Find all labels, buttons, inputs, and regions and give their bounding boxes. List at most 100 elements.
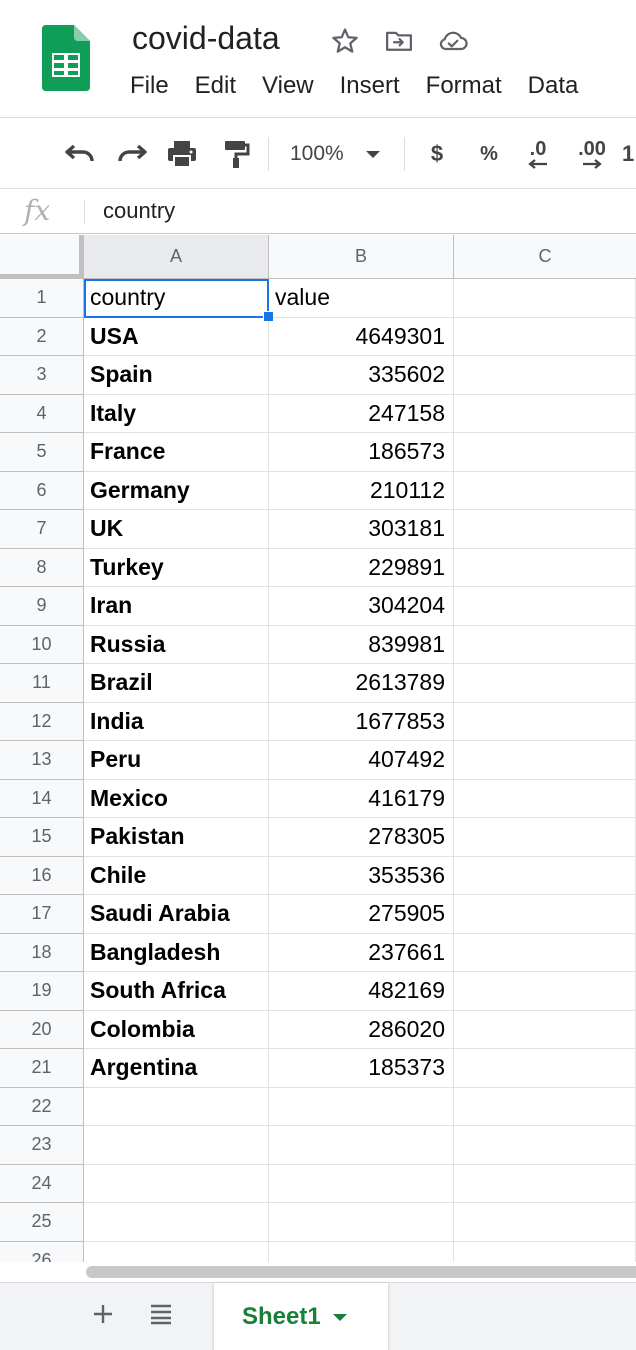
cell-country[interactable]: country [84,279,269,318]
cell-country[interactable]: Mexico [84,779,269,818]
chevron-down-icon[interactable] [332,1313,347,1321]
cell-country[interactable]: Spain [84,356,269,395]
cell-country[interactable] [84,1126,269,1165]
cell-value[interactable]: 229891 [269,548,454,587]
row-header[interactable]: 11 [0,664,84,703]
cell-empty[interactable] [454,548,636,587]
row-header[interactable]: 9 [0,587,84,626]
cell-empty[interactable] [454,510,636,549]
cell-country[interactable]: UK [84,510,269,549]
print-icon[interactable] [164,133,200,175]
formula-input[interactable]: country [103,198,175,224]
row-header[interactable]: 19 [0,972,84,1011]
cell-country[interactable]: Chile [84,856,269,895]
cloud-status-icon[interactable] [436,24,470,58]
add-sheet-icon[interactable] [88,1299,118,1329]
row-header[interactable]: 15 [0,818,84,857]
cell-country[interactable]: France [84,433,269,472]
cell-country[interactable]: USA [84,317,269,356]
cell-country[interactable] [84,1087,269,1126]
cell-empty[interactable] [454,1126,636,1165]
cell-value[interactable] [269,1126,454,1165]
move-to-folder-icon[interactable] [382,24,416,58]
cell-country[interactable]: Bangladesh [84,933,269,972]
redo-icon[interactable] [114,133,150,175]
row-header[interactable]: 13 [0,741,84,780]
cell-country[interactable]: India [84,702,269,741]
cell-value[interactable] [269,1087,454,1126]
row-header[interactable]: 21 [0,1049,84,1088]
cell-empty[interactable] [454,587,636,626]
menu-format[interactable]: Format [426,72,502,100]
currency-format-button[interactable]: $ [424,133,450,175]
cell-country[interactable] [84,1164,269,1203]
cell-value[interactable]: 839981 [269,625,454,664]
row-header[interactable]: 24 [0,1164,84,1203]
zoom-select[interactable]: 100% [290,133,390,175]
cell-country[interactable]: Colombia [84,1010,269,1049]
cell-country[interactable] [84,1203,269,1242]
cell-value[interactable]: 2613789 [269,664,454,703]
menu-edit[interactable]: Edit [195,72,236,100]
cell-value[interactable]: 247158 [269,394,454,433]
cell-country[interactable]: Argentina [84,1049,269,1088]
row-header[interactable]: 12 [0,702,84,741]
cell-value[interactable]: 416179 [269,779,454,818]
increase-decimal-button[interactable]: .00 [570,133,614,175]
fill-handle[interactable] [263,311,274,322]
cell-value[interactable]: 275905 [269,895,454,934]
cell-empty[interactable] [454,471,636,510]
horizontal-scrollbar[interactable] [0,1262,636,1282]
row-header[interactable]: 25 [0,1203,84,1242]
cell-country[interactable]: South Africa [84,972,269,1011]
row-header[interactable]: 16 [0,856,84,895]
more-formats-button[interactable]: 1 [622,133,636,175]
cell-empty[interactable] [454,625,636,664]
cell-country[interactable]: Brazil [84,664,269,703]
row-header[interactable]: 2 [0,317,84,356]
cell-empty[interactable] [454,818,636,857]
menu-data[interactable]: Data [528,72,579,100]
cell-value[interactable]: 482169 [269,972,454,1011]
row-header[interactable]: 22 [0,1087,84,1126]
cell-value[interactable]: 4649301 [269,317,454,356]
cell-value[interactable]: 185373 [269,1049,454,1088]
cell-value[interactable]: 335602 [269,356,454,395]
cell-empty[interactable] [454,702,636,741]
row-header[interactable]: 17 [0,895,84,934]
menu-view[interactable]: View [262,72,314,100]
scrollbar-thumb[interactable] [86,1266,636,1278]
all-sheets-icon[interactable] [146,1299,176,1329]
row-header[interactable]: 14 [0,779,84,818]
row-header[interactable]: 1 [0,279,84,318]
cell-empty[interactable] [454,1087,636,1126]
row-header[interactable]: 7 [0,510,84,549]
row-header[interactable]: 10 [0,625,84,664]
cell-country[interactable]: Iran [84,587,269,626]
document-title[interactable]: covid-data [132,20,280,57]
cell-empty[interactable] [454,433,636,472]
cell-empty[interactable] [454,856,636,895]
cell-country[interactable]: Russia [84,625,269,664]
row-header[interactable]: 23 [0,1126,84,1165]
column-header-c[interactable]: C [454,235,636,279]
cell-value[interactable]: 1677853 [269,702,454,741]
cell-empty[interactable] [454,394,636,433]
cell-value[interactable]: 278305 [269,818,454,857]
row-header[interactable]: 4 [0,394,84,433]
cell-value[interactable]: 237661 [269,933,454,972]
undo-icon[interactable] [62,133,98,175]
cell-value[interactable] [269,1164,454,1203]
cell-country[interactable]: Turkey [84,548,269,587]
cell-empty[interactable] [454,664,636,703]
row-header[interactable]: 20 [0,1010,84,1049]
cell-empty[interactable] [454,1203,636,1242]
row-header[interactable]: 8 [0,548,84,587]
cell-empty[interactable] [454,317,636,356]
select-all-corner[interactable] [0,235,84,279]
sheet-tab-sheet1[interactable]: Sheet1 [214,1283,388,1350]
cell-value[interactable] [269,1203,454,1242]
cell-empty[interactable] [454,1010,636,1049]
row-header[interactable]: 3 [0,356,84,395]
row-header[interactable]: 6 [0,471,84,510]
